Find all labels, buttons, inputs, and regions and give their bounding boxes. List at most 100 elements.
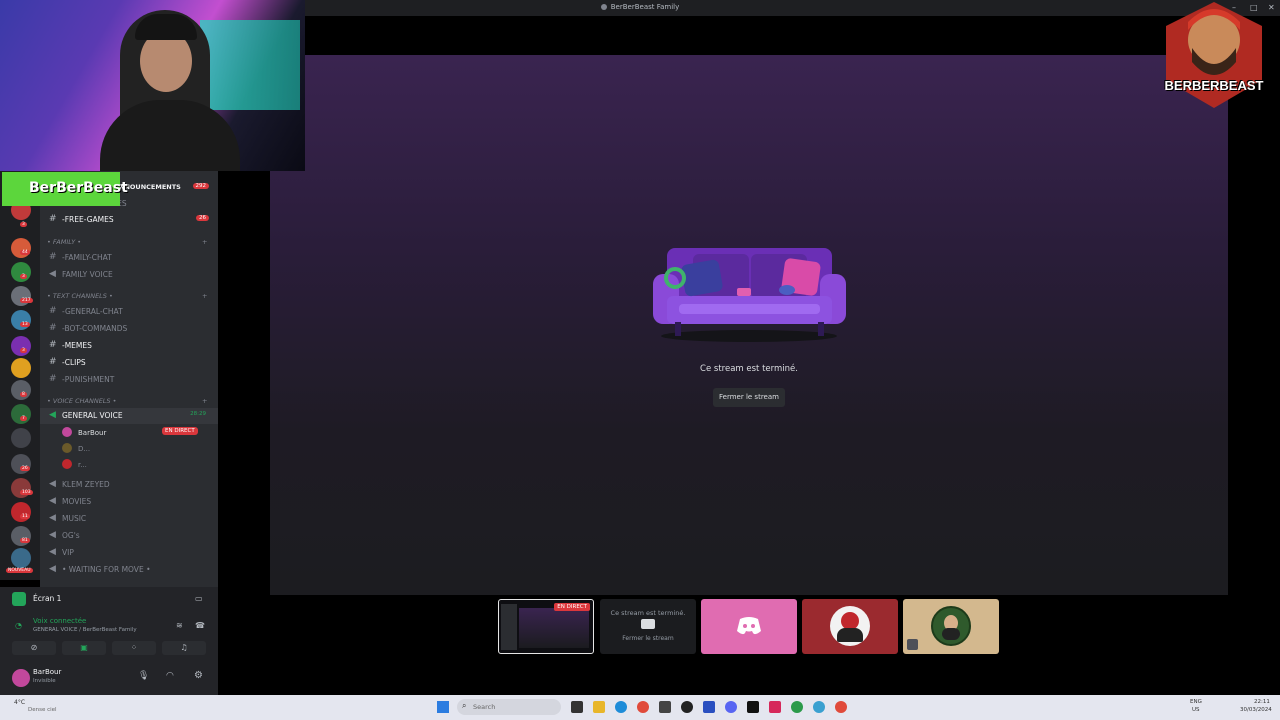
discord-icon[interactable] (725, 701, 737, 713)
app-icon[interactable] (659, 701, 671, 713)
file-explorer-icon[interactable] (593, 701, 605, 713)
couch-illustration (653, 248, 846, 342)
channel-ogs[interactable]: ◀ OG's (40, 528, 218, 544)
app-icon[interactable] (813, 701, 825, 713)
settings-gear-icon[interactable]: ⚙ (194, 670, 203, 681)
obs-icon[interactable] (681, 701, 693, 713)
channel-label: KLEM ZEYED (62, 480, 110, 489)
speaker-icon: ◀ (49, 269, 56, 279)
channel-free-games[interactable]: # -FREE-GAMES 26 (40, 212, 218, 228)
language-indicator[interactable]: ENG (1190, 699, 1202, 705)
server-icon[interactable] (11, 238, 31, 258)
voice-user[interactable]: r... (62, 459, 87, 469)
speaker-icon: ◀ (49, 410, 56, 420)
channel-general-voice[interactable]: ◀ GENERAL VOICE 28:29 (40, 408, 218, 424)
channel-label: -FAMILY-CHAT (62, 253, 112, 262)
stream-thumbnail-ended[interactable]: Ce stream est terminé. Fermer le stream (600, 599, 696, 654)
server-icon[interactable] (11, 454, 31, 474)
server-icon[interactable] (11, 478, 31, 498)
channel-movies[interactable]: ◀ MOVIES (40, 494, 218, 510)
tiktok-icon[interactable] (747, 701, 759, 713)
popout-icon[interactable]: ▭ (195, 594, 203, 603)
disconnect-icon[interactable]: ☎ (195, 621, 205, 630)
hash-icon: # (49, 306, 57, 316)
server-icon[interactable] (11, 404, 31, 424)
channel-clips[interactable]: # -CLIPS (40, 355, 218, 371)
channel-vip[interactable]: ◀ VIP (40, 545, 218, 561)
server-badge: 26 (20, 466, 30, 471)
participant-tile-discord[interactable] (701, 599, 797, 654)
channel-label: VIP (62, 548, 74, 557)
add-channel-icon[interactable]: + (202, 397, 207, 405)
server-badge: 3 (20, 348, 27, 353)
category-label: • FAMILY • (47, 238, 82, 246)
chrome-icon[interactable] (637, 701, 649, 713)
thumbnail-preview (519, 608, 589, 648)
task-view-icon[interactable] (571, 701, 583, 713)
add-channel-icon[interactable]: + (202, 238, 207, 246)
server-badge: 7 (20, 416, 27, 421)
server-badge: 103 (20, 490, 33, 495)
taskbar-search[interactable]: ⌕ Search (457, 699, 561, 715)
headphones-icon[interactable]: ◠ (166, 671, 174, 681)
server-icon[interactable] (11, 502, 31, 522)
live-badge: EN DIRECT (162, 427, 198, 435)
stream-thumbnail-live[interactable]: EN DIRECT (498, 599, 594, 654)
channel-family-voice[interactable]: ◀ FAMILY VOICE (40, 267, 218, 283)
channel-label: -CLIPS (62, 358, 86, 367)
user-status: Invisible (33, 678, 56, 684)
clock-time[interactable]: 22:11 (1254, 699, 1270, 705)
server-badge: 3 (20, 274, 27, 279)
app-icon[interactable] (703, 701, 715, 713)
channel-general-chat[interactable]: # -GENERAL-CHAT (40, 304, 218, 320)
channel-family-chat[interactable]: # -FAMILY-CHAT (40, 250, 218, 266)
speaker-icon: ◀ (49, 513, 56, 523)
server-icon[interactable] (11, 526, 31, 546)
server-icon[interactable] (11, 336, 31, 356)
category-text-channels[interactable]: • TEXT CHANNELS • + (47, 292, 207, 300)
participant-tile-red[interactable] (802, 599, 898, 654)
noise-suppression-icon[interactable]: ≋ (176, 621, 183, 630)
search-placeholder: Search (473, 703, 496, 711)
category-voice-channels[interactable]: • VOICE CHANNELS • + (47, 397, 207, 405)
app-icon[interactable] (769, 701, 781, 713)
channel-waiting[interactable]: ◀ • WAITING FOR MOVE • (40, 562, 218, 578)
voice-timer: 28:29 (190, 411, 206, 417)
server-badge: 217 (20, 298, 33, 303)
server-icon[interactable] (11, 548, 31, 568)
camera-button[interactable]: ⊘ (12, 641, 56, 655)
server-badge: 13 (20, 322, 30, 327)
close-stream-button[interactable]: Fermer le stream (713, 388, 785, 407)
start-button-icon[interactable] (437, 701, 449, 713)
activities-button[interactable]: ⁘ (112, 641, 156, 655)
signal-icon: ◔ (15, 621, 22, 630)
channel-music[interactable]: ◀ MUSIC (40, 511, 218, 527)
server-icon[interactable] (11, 358, 31, 378)
voice-user-name: D... (78, 445, 91, 453)
add-channel-icon[interactable]: + (202, 292, 207, 300)
server-badge: 3 (20, 222, 27, 227)
server-icon[interactable] (11, 380, 31, 400)
server-icon[interactable] (11, 262, 31, 282)
soundboard-button[interactable]: ♫ (162, 641, 206, 655)
avatar[interactable] (12, 669, 30, 687)
channel-klem-zeyed[interactable]: ◀ KLEM ZEYED (40, 477, 218, 493)
window-title-text: BerBerBeast Family (610, 3, 680, 11)
server-icon[interactable] (11, 310, 31, 330)
microphone-icon[interactable]: 🎙 (138, 671, 149, 681)
brand-name: BerBerBeast (29, 180, 128, 196)
server-icon[interactable] (11, 428, 31, 448)
channel-label: -BOT-COMMANDS (62, 324, 128, 333)
server-icon[interactable] (11, 286, 31, 306)
screen-share-button[interactable]: ▣ (62, 641, 106, 655)
voice-user[interactable]: D... (62, 443, 90, 453)
channel-punishment[interactable]: # -PUNISHMENT (40, 372, 218, 388)
app-icon[interactable] (791, 701, 803, 713)
voice-user-barbour[interactable]: BarBour (62, 427, 106, 437)
chrome-icon[interactable] (835, 701, 847, 713)
channel-bot-commands[interactable]: # -BOT-COMMANDS (40, 321, 218, 337)
edge-icon[interactable] (615, 701, 627, 713)
channel-memes[interactable]: # -MEMES (40, 338, 218, 354)
participant-tile-green[interactable] (903, 599, 999, 654)
category-family[interactable]: • FAMILY • + (47, 238, 207, 246)
